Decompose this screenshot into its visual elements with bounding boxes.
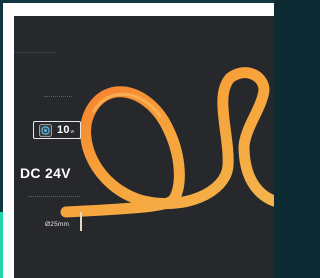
neon-tube-illustration [60,67,274,218]
power-unit: w [70,129,75,135]
power-badge: 10 w [33,121,81,139]
neon-tube-loop [60,67,274,218]
circle-dot-icon [39,123,52,137]
product-image-panel: 10 w DC 24V Ø25mm [14,16,274,278]
diameter-label: Ø25mm [45,221,70,228]
voltage-label: DC 24V [20,165,71,181]
diameter-marker [80,212,82,231]
power-value: 10 [57,124,70,136]
outer-frame: 10 w DC 24V Ø25mm [0,0,274,278]
